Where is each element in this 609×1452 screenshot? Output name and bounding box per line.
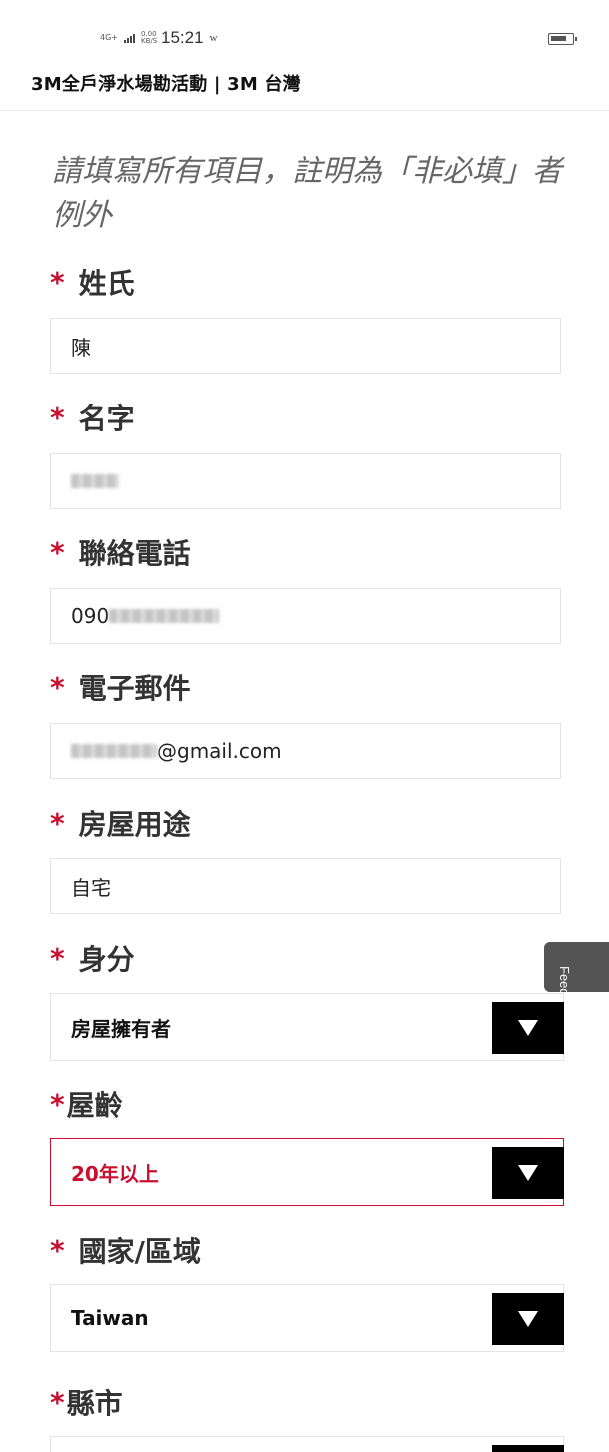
city-select[interactable] xyxy=(50,1436,564,1452)
first-name-label: * 名字 xyxy=(50,397,135,437)
status-time: 15:21 xyxy=(161,28,204,47)
battery-level-fill xyxy=(551,36,566,41)
house-age-label-text: 屋齡 xyxy=(66,1089,123,1122)
identity-label: * 身分 xyxy=(50,938,135,978)
email-input[interactable]: @gmail.com xyxy=(50,723,561,779)
country-select[interactable]: Taiwan xyxy=(50,1284,564,1352)
chevron-down-icon xyxy=(518,1165,538,1181)
last-name-label-text: 姓氏 xyxy=(78,267,135,300)
house-age-selected-value: 20年以上 xyxy=(71,1161,159,1186)
network-type-label: 4G+ xyxy=(100,33,118,42)
required-mark: * xyxy=(50,670,65,704)
page-title: 3M全戶淨水場勘活動 | 3M 台灣 xyxy=(31,74,301,95)
required-mark: * xyxy=(50,1087,65,1121)
redacted-email-user xyxy=(71,744,157,758)
country-selected-value: Taiwan xyxy=(71,1306,149,1330)
email-value: @gmail.com xyxy=(157,739,282,763)
network-speed-label: 0.00 KB/S xyxy=(141,30,158,45)
last-name-value: 陳 xyxy=(71,335,91,360)
email-label: * 電子郵件 xyxy=(50,667,191,707)
form-intro-text: 請填寫所有項目，註明為「非必填」者例外 xyxy=(52,154,562,233)
first-name-label-text: 名字 xyxy=(78,402,135,435)
country-label: * 國家/區域 xyxy=(50,1230,201,1270)
house-usage-value: 自宅 xyxy=(71,875,111,900)
phone-input[interactable]: 090 xyxy=(50,588,561,644)
country-dropdown-button[interactable] xyxy=(492,1293,564,1345)
carrier-icon: w xyxy=(209,32,218,44)
header-divider xyxy=(0,110,609,111)
phone-value: 090 xyxy=(71,604,110,628)
required-mark: * xyxy=(50,535,65,569)
chevron-down-icon xyxy=(518,1311,538,1327)
country-label-text: 國家/區域 xyxy=(78,1235,201,1268)
status-bar: 4G+ 0.00 KB/S 15:21 w xyxy=(0,0,609,72)
redacted-phone-digits xyxy=(109,609,220,623)
required-mark: * xyxy=(50,941,65,975)
identity-selected-value: 房屋擁有者 xyxy=(71,1016,171,1041)
feedback-tab-label: Feedback xyxy=(557,966,572,992)
required-mark: * xyxy=(50,265,65,299)
required-mark: * xyxy=(50,1233,65,1267)
city-label-text: 縣市 xyxy=(66,1387,123,1420)
email-label-text: 電子郵件 xyxy=(78,672,191,705)
identity-dropdown-button[interactable] xyxy=(492,1002,564,1054)
house-usage-input[interactable]: 自宅 xyxy=(50,858,561,914)
house-age-label: * 屋齡 xyxy=(50,1084,123,1124)
redacted-first-name xyxy=(71,474,119,488)
identity-select[interactable]: 房屋擁有者 xyxy=(50,993,564,1061)
battery-icon xyxy=(548,33,577,45)
phone-label: * 聯絡電話 xyxy=(50,532,191,572)
house-age-select[interactable]: 20年以上 xyxy=(50,1138,564,1206)
last-name-input[interactable]: 陳 xyxy=(50,318,561,374)
last-name-label: * 姓氏 xyxy=(50,262,135,302)
city-dropdown-button[interactable] xyxy=(492,1445,564,1452)
phone-label-text: 聯絡電話 xyxy=(78,537,191,570)
house-age-dropdown-button[interactable] xyxy=(492,1147,564,1199)
first-name-input[interactable] xyxy=(50,453,561,509)
chevron-down-icon xyxy=(518,1020,538,1036)
required-mark: * xyxy=(50,806,65,840)
identity-label-text: 身分 xyxy=(78,943,135,976)
signal-strength-icon xyxy=(124,33,135,43)
required-mark: * xyxy=(50,400,65,434)
status-left: 4G+ 0.00 KB/S 15:21 w xyxy=(100,28,218,48)
house-usage-label: * 房屋用途 xyxy=(50,803,191,843)
feedback-tab[interactable]: Feedback xyxy=(544,942,609,992)
house-usage-label-text: 房屋用途 xyxy=(78,808,191,841)
required-mark: * xyxy=(50,1385,65,1419)
city-label: * 縣市 xyxy=(50,1382,123,1422)
